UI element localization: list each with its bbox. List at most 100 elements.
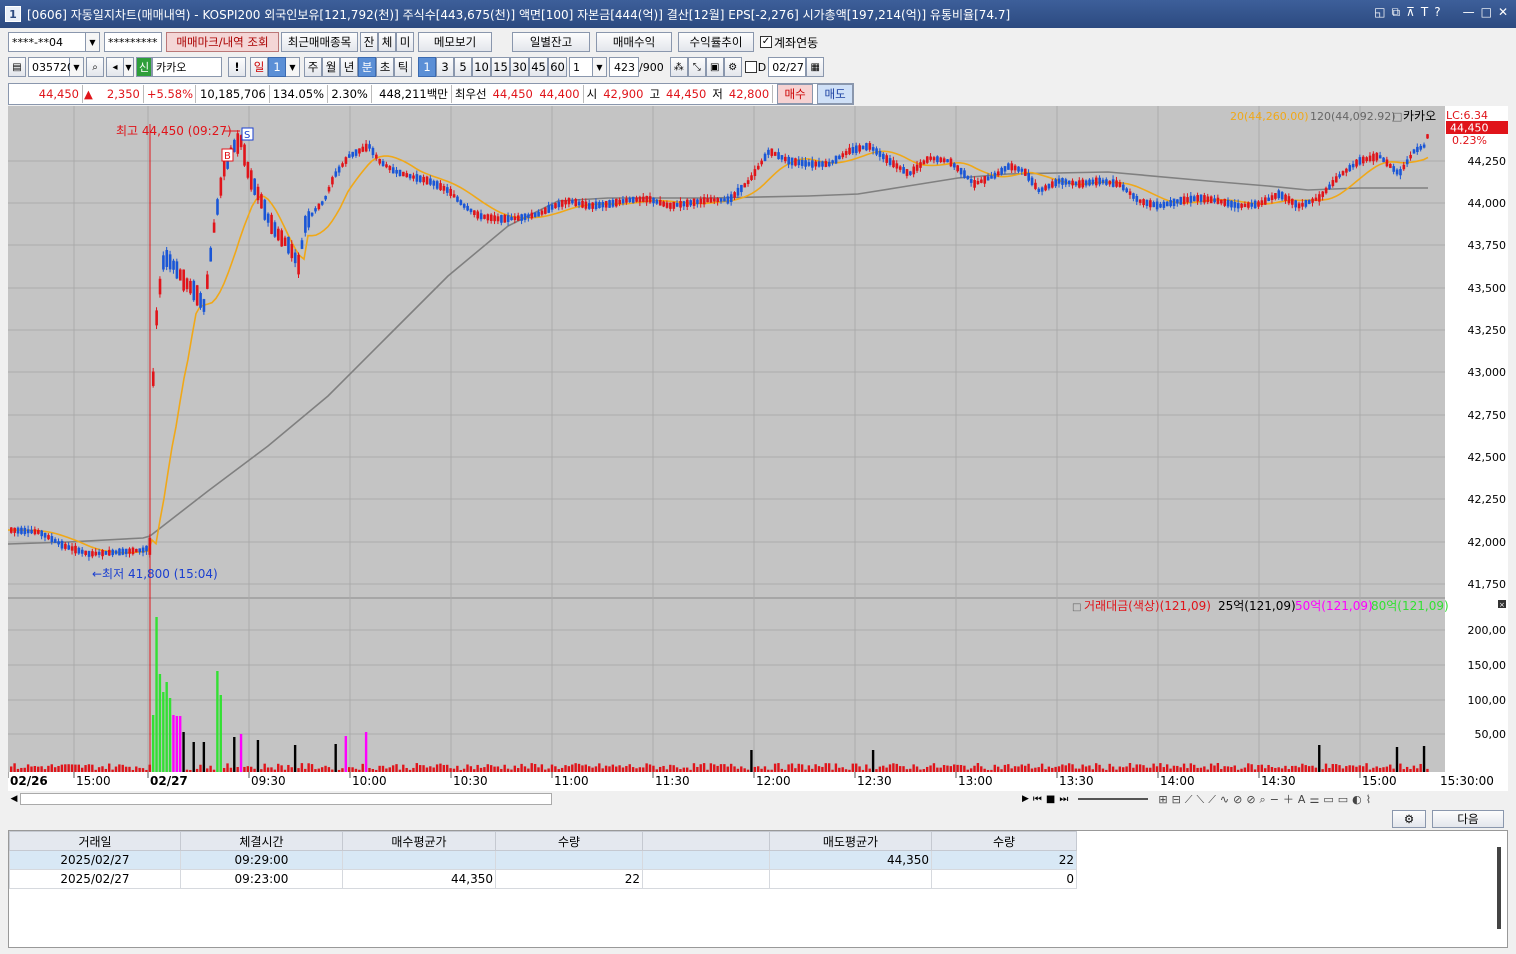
- col-sell-avg[interactable]: 매도평균가: [769, 831, 932, 851]
- candle-body: [831, 160, 834, 164]
- rewind-icon[interactable]: ⏮: [1033, 794, 1042, 805]
- col-sell-qty[interactable]: 수량: [931, 831, 1077, 851]
- symbol-code-input[interactable]: 035720: [28, 57, 74, 77]
- volume-bar: [1247, 763, 1250, 772]
- account-input[interactable]: ****-**04: [8, 32, 86, 52]
- col-buy-avg[interactable]: 매수평균가: [342, 831, 496, 851]
- period-week-button[interactable]: 주: [304, 57, 322, 77]
- password-input[interactable]: *********: [104, 32, 162, 52]
- col-trade-date[interactable]: 거래일: [9, 831, 181, 851]
- restore-layout-icon[interactable]: ◱: [1374, 5, 1385, 20]
- daily-balance-button[interactable]: 일별잔고: [512, 32, 590, 52]
- date-checkbox[interactable]: [744, 61, 757, 73]
- gear-icon[interactable]: ⚙: [723, 57, 742, 77]
- maximize-icon[interactable]: □: [1481, 5, 1492, 20]
- sound-dropdown-icon[interactable]: ▼: [124, 57, 134, 77]
- account-dropdown-icon[interactable]: ▼: [86, 32, 100, 52]
- period-tick-button[interactable]: 틱: [394, 57, 412, 77]
- candle-body: [922, 160, 926, 165]
- copy-window-icon[interactable]: ⧉: [1392, 5, 1401, 20]
- candle-body: [388, 165, 392, 171]
- minute-45-button[interactable]: 45: [529, 57, 548, 77]
- period-month-button[interactable]: 월: [322, 57, 340, 77]
- candle-body: [858, 145, 861, 152]
- minute-30-button[interactable]: 30: [510, 57, 529, 77]
- day-count-dropdown-icon[interactable]: ▼: [286, 57, 300, 77]
- next-button[interactable]: 다음: [1432, 810, 1504, 828]
- alert-button[interactable]: !: [228, 57, 246, 77]
- volume-bar: [1267, 764, 1270, 772]
- period-second-button[interactable]: 초: [376, 57, 394, 77]
- candle-body: [615, 198, 618, 207]
- minute-1-button[interactable]: 1: [418, 57, 436, 77]
- forward-icon[interactable]: ⏭: [1059, 794, 1068, 805]
- volume-bar: [280, 765, 283, 772]
- volume-bar: [172, 715, 175, 772]
- interval-input[interactable]: 1: [569, 57, 593, 77]
- sound-icon[interactable]: ◂: [106, 57, 124, 77]
- indicator-icon[interactable]: ⁂: [669, 57, 688, 77]
- mi-button[interactable]: 미: [396, 32, 414, 52]
- candle-body: [675, 202, 679, 207]
- grid-settings-icon[interactable]: ⚙: [1392, 810, 1426, 828]
- range-input[interactable]: 423: [609, 57, 639, 77]
- text-icon[interactable]: T: [1421, 5, 1428, 20]
- search-icon[interactable]: ⌕: [86, 57, 104, 77]
- buy-button[interactable]: 매수: [777, 84, 814, 104]
- candle-body: [1040, 187, 1044, 192]
- minute-10-button[interactable]: 10: [472, 57, 491, 77]
- interval-dropdown-icon[interactable]: ▼: [593, 57, 607, 77]
- col-buy-qty[interactable]: 수량: [495, 831, 643, 851]
- candle-body: [1280, 192, 1284, 200]
- jan-button[interactable]: 잔: [360, 32, 378, 52]
- scroll-left-icon[interactable]: ◀: [8, 794, 20, 804]
- account-link-checkbox[interactable]: ✓ 계좌연동: [760, 34, 818, 51]
- trade-profit-button[interactable]: 매매수익: [596, 32, 672, 52]
- period-day-button[interactable]: 일: [250, 57, 268, 77]
- candle-body: [1365, 157, 1368, 162]
- table-scrollbar[interactable]: [1497, 847, 1501, 929]
- minimize-icon[interactable]: —: [1463, 5, 1475, 20]
- day-count-input[interactable]: 1: [268, 57, 286, 77]
- che-button[interactable]: 체: [378, 32, 396, 52]
- minute-15-button[interactable]: 15: [491, 57, 510, 77]
- chart-area[interactable]: 44,250 44,000 43,750 43,500 43,250 43,000 42,7…: [7, 106, 1508, 792]
- close-icon[interactable]: ✕: [1498, 5, 1508, 20]
- vol-panel-close-icon[interactable]: ×: [1498, 600, 1506, 609]
- symbol-name-input[interactable]: 카카오: [152, 57, 222, 77]
- price-volume-chart[interactable]: 44,250 44,000 43,750 43,500 43,250 43,000 42,7…: [7, 106, 1508, 792]
- zoom-slider[interactable]: [1078, 798, 1149, 800]
- stop-icon[interactable]: ■: [1046, 794, 1055, 805]
- draw-tool-icon[interactable]: ⤡: [687, 57, 706, 77]
- scroll-right-icon[interactable]: ▶: [1022, 794, 1029, 804]
- vol-legend-bullet-icon: □: [1072, 602, 1081, 613]
- sell-button[interactable]: 매도: [817, 84, 854, 104]
- recent-trades-button[interactable]: 최근매매종목: [281, 32, 358, 52]
- scroll-thumb[interactable]: [20, 793, 552, 805]
- table-row[interactable]: 2025/02/27 09:29:00 44,350 22: [9, 850, 1077, 870]
- save-icon[interactable]: ▣: [705, 57, 724, 77]
- candle-body: [1253, 200, 1257, 209]
- period-year-button[interactable]: 년: [340, 57, 358, 77]
- period-minute-button[interactable]: 분: [358, 57, 376, 77]
- checkbox-icon[interactable]: ✓: [760, 36, 772, 48]
- volume-bar: [601, 768, 604, 772]
- calendar-icon[interactable]: ▦: [806, 57, 825, 77]
- volume-bar: [638, 767, 642, 772]
- symbol-menu-icon[interactable]: ▤: [8, 57, 26, 77]
- col-exec-time[interactable]: 체결시간: [180, 831, 343, 851]
- table-row[interactable]: 2025/02/27 09:23:00 44,350 22 0: [9, 869, 1077, 889]
- minute-3-button[interactable]: 3: [436, 57, 454, 77]
- help-icon[interactable]: ?: [1434, 5, 1440, 20]
- minute-5-button[interactable]: 5: [454, 57, 472, 77]
- pin-icon[interactable]: ⊼: [1406, 5, 1415, 20]
- candle-body: [1341, 171, 1345, 176]
- minute-60-button[interactable]: 60: [548, 57, 567, 77]
- volume-bar: [94, 769, 97, 772]
- drawing-tools-icons[interactable]: ⊞⊟⟋⟍⟋∿⊘⊘⌕−＋A⚌▭▭◐⌇: [1158, 791, 1375, 807]
- mark-query-button[interactable]: 매매마크/내역 조회: [166, 32, 279, 52]
- date-input[interactable]: 02/27: [768, 57, 807, 77]
- code-dropdown-icon[interactable]: ▼: [70, 57, 84, 77]
- profit-trend-button[interactable]: 수익률추이: [678, 32, 754, 52]
- memo-button[interactable]: 메모보기: [418, 32, 492, 52]
